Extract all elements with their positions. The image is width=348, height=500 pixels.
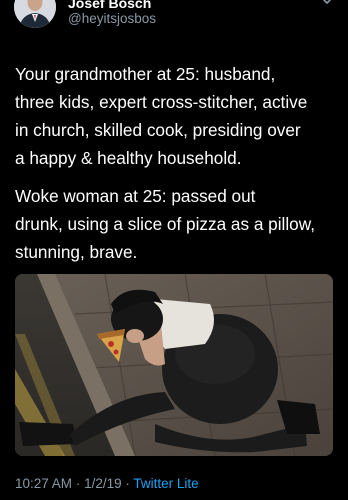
tweet-time[interactable]: 10:27 AM	[15, 476, 72, 491]
tweet-meta: 10:27 AM · 1/2/19 · Twitter Lite	[15, 476, 199, 491]
photo-image	[15, 274, 333, 456]
tweet-text-line: stunning, brave.	[15, 242, 138, 262]
meta-separator: ·	[125, 476, 130, 491]
chevron-down-icon[interactable]	[320, 0, 334, 8]
tweet-card: Josef Bosch @heyitsjosbos Your grandmoth…	[0, 0, 348, 500]
display-name[interactable]: Josef Bosch	[68, 0, 151, 11]
tweet-text-line: a happy & healthy household.	[15, 148, 242, 168]
avatar-image	[14, 0, 56, 28]
tweet-text-line: drunk, using a slice of pizza as a pillo…	[15, 214, 315, 234]
tweet-date[interactable]: 1/2/19	[84, 476, 122, 491]
tweet-text-paragraph-1: Your grandmother at 25: husband, three k…	[15, 60, 340, 172]
tweet-text-line: Woke woman at 25: passed out	[15, 186, 256, 206]
tweet-text-line: three kids, expert cross-stitcher, activ…	[15, 92, 308, 112]
tweet-text-line: Your grandmother at 25: husband,	[15, 64, 276, 84]
user-handle[interactable]: @heyitsjosbos	[68, 11, 156, 26]
tweet-text-line: in church, skilled cook, presiding over	[15, 120, 301, 140]
meta-separator: ·	[75, 476, 81, 491]
avatar[interactable]	[14, 0, 56, 28]
tweet-text-paragraph-2: Woke woman at 25: passed out drunk, usin…	[15, 182, 340, 266]
tweet-photo[interactable]	[15, 274, 333, 456]
tweet-source-link[interactable]: Twitter Lite	[133, 476, 198, 491]
